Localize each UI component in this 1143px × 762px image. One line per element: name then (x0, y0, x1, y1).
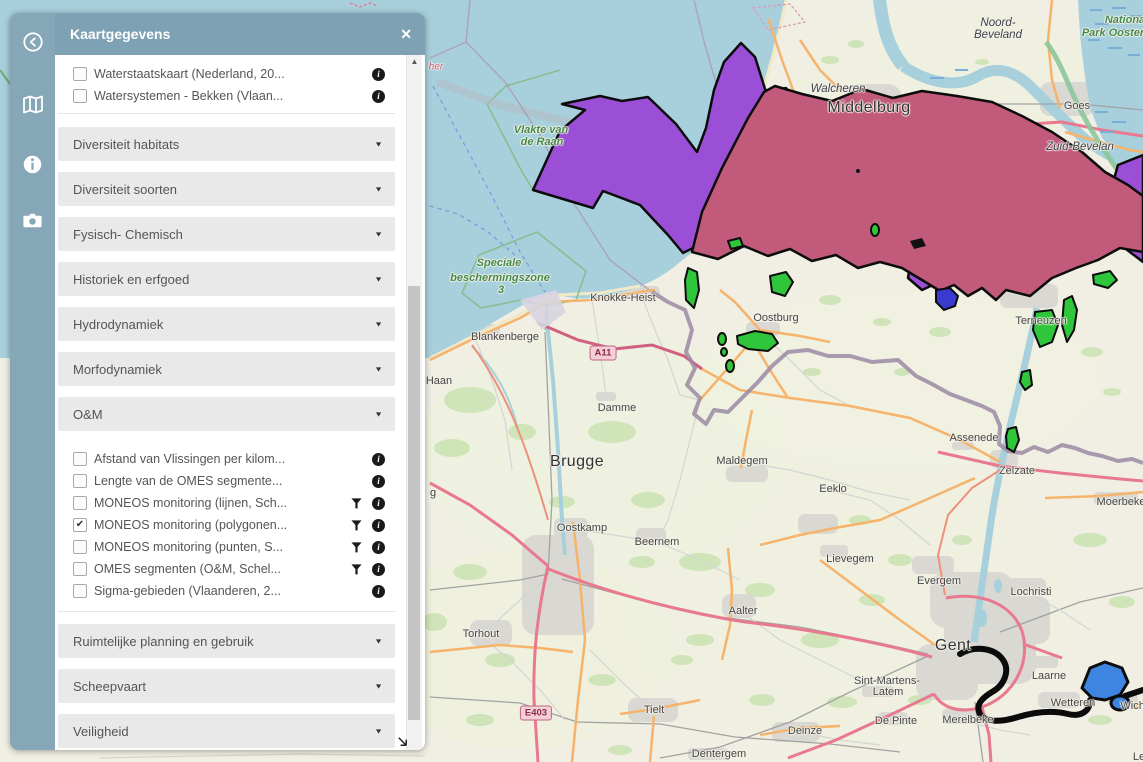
section-label: Hydrodynamiek (73, 317, 374, 332)
section-diversiteit-soorten[interactable]: Diversiteit soorten▼ (58, 172, 395, 206)
section-hydrodynamiek[interactable]: Hydrodynamiek▼ (58, 307, 395, 341)
layer-row[interactable]: ✔ MONEOS monitoring (polygonen... i (58, 514, 395, 536)
layer-list: Waterstaatskaart (Nederland, 20...iWater… (58, 55, 395, 750)
layer-checkbox[interactable] (73, 562, 87, 576)
chevron-down-icon: ▼ (374, 365, 383, 373)
panel-body: Waterstaatskaart (Nederland, 20...iWater… (55, 55, 425, 750)
camera-icon[interactable] (21, 208, 45, 232)
info-icon[interactable]: i (372, 68, 385, 81)
layer-actions: i (333, 585, 385, 598)
expanded-layer-group: Afstand van Vlissingen per kilom...iLeng… (58, 442, 395, 612)
section-label: O&M (73, 407, 374, 422)
overlay-indigo-polygon (936, 288, 958, 310)
orange-dot (1131, 703, 1137, 709)
layer-actions: i (333, 90, 385, 103)
layer-label[interactable]: OMES segmenten (O&M, Schel... (94, 562, 333, 576)
map-data-panel: Kaartgegevens ✕ Waterstaatskaart (Nederl… (55, 13, 425, 750)
side-toolbar (10, 13, 55, 750)
chevron-down-icon: ▼ (374, 320, 383, 328)
section-label: Diversiteit soorten (73, 182, 374, 197)
layer-checkbox[interactable] (73, 584, 87, 598)
layer-row[interactable]: Afstand van Vlissingen per kilom... i (58, 448, 395, 470)
layer-checkbox[interactable]: ✔ (73, 518, 87, 532)
info-icon[interactable]: i (372, 453, 385, 466)
layer-actions: i (333, 519, 385, 532)
section-fysisch-chemisch[interactable]: Fysisch- Chemisch▼ (58, 217, 395, 251)
layer-label[interactable]: Waterstaatskaart (Nederland, 20... (94, 67, 333, 81)
layer-label[interactable]: MONEOS monitoring (polygonen... (94, 518, 333, 532)
info-icon[interactable]: i (372, 497, 385, 510)
section-scheepvaart[interactable]: Scheepvaart▼ (58, 669, 395, 703)
section-label: Scheepvaart (73, 679, 374, 694)
layer-checkbox[interactable] (73, 474, 87, 488)
chevron-down-icon: ▼ (374, 727, 383, 735)
info-icon[interactable]: i (372, 475, 385, 488)
circle-arrow-left-icon[interactable] (21, 30, 45, 54)
chevron-down-icon: ▼ (374, 230, 383, 238)
layer-checkbox[interactable] (73, 67, 87, 81)
layer-row[interactable]: Sigma-gebieden (Vlaanderen, 2... i (58, 580, 395, 602)
layer-label[interactable]: Watersystemen - Bekken (Vlaan... (94, 89, 333, 103)
layer-actions: i (333, 475, 385, 488)
layer-checkbox[interactable] (73, 496, 87, 510)
layer-checkbox[interactable] (73, 89, 87, 103)
info-icon[interactable]: i (372, 585, 385, 598)
filter-icon[interactable] (351, 542, 362, 553)
layer-row[interactable]: MONEOS monitoring (punten, S... i (58, 536, 395, 558)
section-diversiteit-habitats[interactable]: Diversiteit habitats▼ (58, 127, 395, 161)
layer-label[interactable]: MONEOS monitoring (punten, S... (94, 540, 333, 554)
layer-label[interactable]: MONEOS monitoring (lijnen, Sch... (94, 496, 333, 510)
section-label: Ruimtelijke planning en gebruik (73, 634, 374, 649)
chevron-down-icon: ▼ (374, 185, 383, 193)
info-icon[interactable]: i (372, 541, 385, 554)
layer-actions: i (333, 68, 385, 81)
info-icon[interactable]: i (372, 563, 385, 576)
top-layer-group: Waterstaatskaart (Nederland, 20...iWater… (58, 55, 395, 114)
section-o-m[interactable]: O&M▼ (58, 397, 395, 431)
scrollbar[interactable]: ▲ (406, 55, 422, 750)
chevron-down-icon: ▼ (374, 410, 383, 418)
map-icon[interactable] (21, 92, 45, 116)
chevron-down-icon: ▼ (374, 682, 383, 690)
filter-icon[interactable] (351, 520, 362, 531)
info-circle-icon[interactable] (21, 152, 45, 176)
layer-checkbox[interactable] (73, 540, 87, 554)
layer-label[interactable]: Lengte van de OMES segmente... (94, 474, 333, 488)
section-veiligheid[interactable]: Veiligheid▼ (58, 714, 395, 748)
section-label: Historiek en erfgoed (73, 272, 374, 287)
section-ruimtelijke-planning-en-gebruik[interactable]: Ruimtelijke planning en gebruik▼ (58, 624, 395, 658)
map-data-widget: Kaartgegevens ✕ Waterstaatskaart (Nederl… (10, 13, 425, 750)
layer-actions: i (333, 541, 385, 554)
section-historiek-en-erfgoed[interactable]: Historiek en erfgoed▼ (58, 262, 395, 296)
section-label: Diversiteit habitats (73, 137, 374, 152)
layer-actions: i (333, 497, 385, 510)
layer-checkbox[interactable] (73, 452, 87, 466)
chevron-down-icon: ▼ (374, 140, 383, 148)
resize-handle-icon[interactable] (396, 735, 409, 748)
section-label: Morfodynamiek (73, 362, 374, 377)
section-label: Veiligheid (73, 724, 374, 739)
info-icon[interactable]: i (372, 519, 385, 532)
layer-label[interactable]: Afstand van Vlissingen per kilom... (94, 452, 333, 466)
scroll-up-icon[interactable]: ▲ (407, 57, 422, 66)
info-icon[interactable]: i (372, 90, 385, 103)
layer-row[interactable]: Lengte van de OMES segmente... i (58, 470, 395, 492)
filter-icon[interactable] (351, 498, 362, 509)
layer-actions: i (333, 563, 385, 576)
layer-row[interactable]: Waterstaatskaart (Nederland, 20... i (58, 63, 395, 85)
panel-title: Kaartgegevens (55, 26, 400, 42)
layer-row[interactable]: MONEOS monitoring (lijnen, Sch... i (58, 492, 395, 514)
layer-row[interactable]: OMES segmenten (O&M, Schel... i (58, 558, 395, 580)
chevron-down-icon: ▼ (374, 275, 383, 283)
section-morfodynamiek[interactable]: Morfodynamiek▼ (58, 352, 395, 386)
close-icon[interactable]: ✕ (400, 26, 425, 43)
chevron-down-icon: ▼ (374, 637, 383, 645)
section-label: Fysisch- Chemisch (73, 227, 374, 242)
filter-icon[interactable] (351, 564, 362, 575)
layer-row[interactable]: Watersystemen - Bekken (Vlaan... i (58, 85, 395, 107)
layer-actions: i (333, 453, 385, 466)
layer-label[interactable]: Sigma-gebieden (Vlaanderen, 2... (94, 584, 333, 598)
panel-header: Kaartgegevens ✕ (55, 13, 425, 55)
scrollbar-thumb[interactable] (408, 286, 420, 720)
